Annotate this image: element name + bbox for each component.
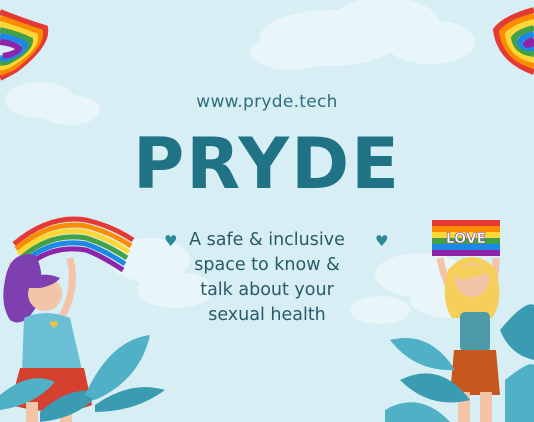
brand-title: PRYDE [133,123,401,205]
tagline-line: space to know & [194,255,340,275]
love-flag-text: LOVE [446,231,486,247]
website-url: www.pryde.tech [196,92,338,112]
pryde-poster: LOVE www.pryde.tech PRYDE ♥ ♥ A safe & i… [0,0,534,422]
tagline-line: A safe & inclusive [189,230,345,250]
tagline: A safe & inclusive space to know & talk … [150,228,384,328]
rainbow-ribbon-top-right [492,7,534,75]
tagline-line: sexual health [208,305,326,325]
tagline-line: talk about your [200,280,334,300]
rainbow-ribbon-top-left [0,9,49,81]
background-illustration: LOVE [0,0,534,422]
